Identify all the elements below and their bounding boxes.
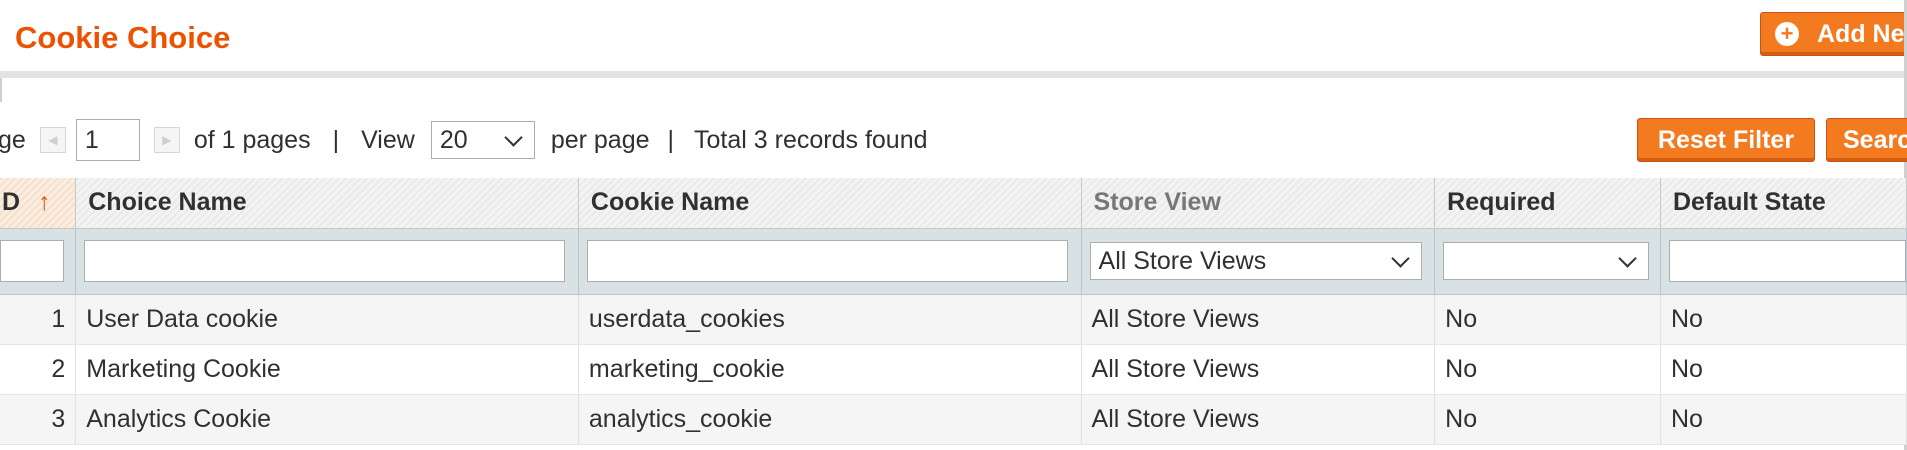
page-title: Cookie Choice: [15, 20, 231, 55]
table-row[interactable]: 1 User Data cookie userdata_cookies All …: [0, 294, 1907, 345]
cell-id: 2: [0, 344, 77, 395]
filter-id-input[interactable]: [0, 240, 64, 282]
pager: ge ◀ 1 ▶ of 1 pages | View 20 per page |…: [0, 118, 928, 162]
per-page-label: per page: [550, 125, 650, 154]
column-header-id[interactable]: D ↑: [0, 178, 77, 229]
plus-circle-icon: +: [1775, 22, 1799, 46]
column-header-required[interactable]: Required: [1434, 178, 1661, 229]
table-row[interactable]: 3 Analytics Cookie analytics_cookie All …: [0, 394, 1907, 445]
cell-choice-name: User Data cookie: [75, 294, 579, 345]
header-divider: [0, 71, 1907, 78]
per-page-value: 20: [439, 125, 468, 154]
pager-separator: |: [332, 125, 340, 154]
pager-separator-2: |: [667, 125, 675, 154]
cell-choice-name: Marketing Cookie: [75, 344, 579, 395]
chevron-down-icon: [504, 127, 523, 147]
filter-row: All Store Views: [0, 228, 1907, 295]
cell-cookie-name: marketing_cookie: [578, 344, 1082, 395]
cell-default-state: No: [1660, 294, 1907, 345]
arrow-right-icon[interactable]: ▶: [153, 127, 180, 153]
cell-cookie-name: analytics_cookie: [578, 394, 1082, 445]
per-page-select[interactable]: 20: [430, 121, 535, 159]
page-number-input[interactable]: 1: [75, 119, 140, 161]
filter-store-view-select[interactable]: All Store Views: [1089, 242, 1422, 280]
add-new-label: Add Ne: [1817, 19, 1905, 48]
cell-choice-name: Analytics Cookie: [75, 394, 579, 445]
cell-required: No: [1434, 344, 1661, 395]
of-pages-text: of 1 pages: [193, 125, 311, 154]
page-label: ge: [0, 125, 26, 154]
column-header-store-view: Store View: [1081, 178, 1436, 229]
sort-asc-icon: ↑: [38, 188, 51, 217]
table-row[interactable]: 2 Marketing Cookie marketing_cookie All …: [0, 344, 1907, 395]
arrow-left-icon[interactable]: ◀: [39, 127, 66, 153]
cell-default-state: No: [1660, 394, 1907, 445]
cell-id: 1: [0, 294, 77, 345]
total-records: Total 3 records found: [694, 125, 928, 154]
column-header-choice-name[interactable]: Choice Name: [75, 178, 579, 229]
filter-cookie-name-input[interactable]: [586, 240, 1068, 282]
view-label: View: [361, 125, 415, 154]
cell-cookie-name: userdata_cookies: [578, 294, 1082, 345]
cell-store-view: All Store Views: [1081, 394, 1436, 445]
filter-store-view-value: All Store Views: [1098, 246, 1267, 275]
cell-default-state: No: [1660, 344, 1907, 395]
filter-required-select[interactable]: [1443, 242, 1650, 280]
left-border: [0, 78, 2, 102]
filter-choice-name-input[interactable]: [84, 240, 566, 282]
column-header-cookie-name[interactable]: Cookie Name: [578, 178, 1082, 229]
cell-store-view: All Store Views: [1081, 294, 1436, 345]
search-button[interactable]: Searc: [1826, 118, 1907, 162]
cookie-choice-grid: D ↑ Choice Name Cookie Name Store View Re…: [0, 178, 1907, 445]
column-id-label: D: [2, 188, 21, 217]
column-header-default-state[interactable]: Default State: [1660, 178, 1907, 229]
reset-filter-button[interactable]: Reset Filter: [1637, 118, 1815, 162]
cell-id: 3: [0, 394, 77, 445]
chevron-down-icon: [1390, 248, 1410, 268]
cell-required: No: [1434, 394, 1661, 445]
cell-store-view: All Store Views: [1081, 344, 1436, 395]
cell-required: No: [1434, 294, 1661, 345]
add-new-button[interactable]: + Add Ne: [1760, 12, 1907, 56]
filter-default-state-input[interactable]: [1668, 240, 1906, 282]
chevron-down-icon: [1618, 248, 1637, 268]
